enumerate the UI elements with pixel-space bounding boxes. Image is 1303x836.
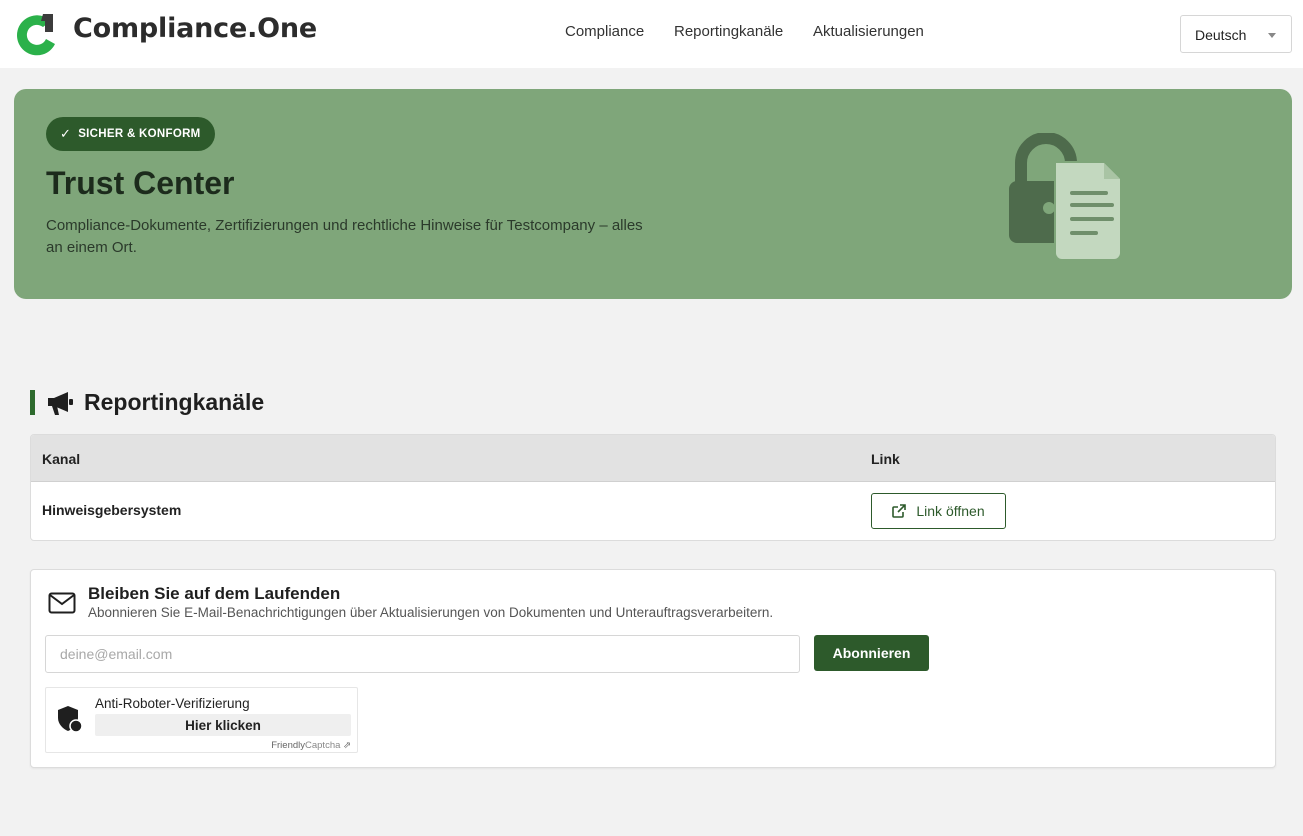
compliance-one-logo-icon[interactable] bbox=[13, 10, 63, 58]
language-value: Deutsch bbox=[1195, 27, 1247, 43]
captcha-verify-button[interactable]: Hier klicken bbox=[95, 714, 351, 736]
language-select[interactable]: Deutsch bbox=[1180, 15, 1292, 53]
column-header-kanal: Kanal bbox=[42, 451, 81, 467]
captcha-brand-b: Captcha bbox=[305, 740, 341, 751]
section-title-reporting: Reportingkanäle bbox=[84, 389, 265, 415]
badge-label: SICHER & KONFORM bbox=[78, 128, 201, 140]
check-icon: ✓ bbox=[60, 126, 72, 141]
nav-aktualisierungen[interactable]: Aktualisierungen bbox=[813, 23, 924, 40]
chevron-down-icon bbox=[1268, 33, 1276, 38]
shield-icon bbox=[58, 706, 83, 733]
email-input[interactable] bbox=[45, 635, 800, 673]
captcha-brand-a: Friendly bbox=[271, 740, 305, 751]
subscribe-button[interactable]: Abonnieren bbox=[814, 635, 929, 671]
status-badge: ✓ SICHER & KONFORM bbox=[46, 117, 215, 151]
top-header: Compliance.One Compliance Reportingkanäl… bbox=[0, 0, 1303, 68]
captcha-label: Anti-Roboter-Verifizierung bbox=[95, 696, 250, 711]
megaphone-icon bbox=[48, 392, 73, 415]
open-link-button[interactable]: Link öffnen bbox=[871, 493, 1006, 529]
nav-reportingkanaele[interactable]: Reportingkanäle bbox=[674, 23, 783, 40]
envelope-icon bbox=[48, 592, 76, 614]
subscribe-description: Abonnieren Sie E-Mail-Benachrichtigungen… bbox=[88, 605, 774, 620]
page-title: Trust Center bbox=[46, 165, 235, 201]
nav-compliance[interactable]: Compliance bbox=[565, 23, 644, 40]
hero-banner: ✓ SICHER & KONFORM Trust Center Complian… bbox=[14, 89, 1292, 299]
brand-name[interactable]: Compliance.One bbox=[73, 13, 317, 44]
table-header-row: Kanal Link bbox=[31, 435, 1275, 482]
subscribe-card: Bleiben Sie auf dem Laufenden Abonnieren… bbox=[30, 569, 1276, 768]
section-accent-bar bbox=[30, 390, 35, 415]
column-header-link: Link bbox=[871, 451, 900, 467]
channel-name: Hinweisgebersystem bbox=[42, 502, 182, 518]
lock-document-icon bbox=[1009, 133, 1122, 261]
captcha-widget: Anti-Roboter-Verifizierung Hier klicken … bbox=[45, 687, 358, 753]
external-link-icon bbox=[892, 504, 907, 518]
external-link-icon: ⇗ bbox=[343, 740, 351, 751]
reporting-table: Kanal Link Hinweisgebersystem Link öffne… bbox=[30, 434, 1276, 541]
subscribe-title: Bleiben Sie auf dem Laufenden bbox=[88, 584, 341, 603]
captcha-brand[interactable]: FriendlyCaptcha ⇗ bbox=[271, 740, 351, 751]
page-subtitle: Compliance-Dokumente, Zertifizierungen u… bbox=[46, 217, 643, 256]
open-link-label: Link öffnen bbox=[916, 503, 985, 519]
